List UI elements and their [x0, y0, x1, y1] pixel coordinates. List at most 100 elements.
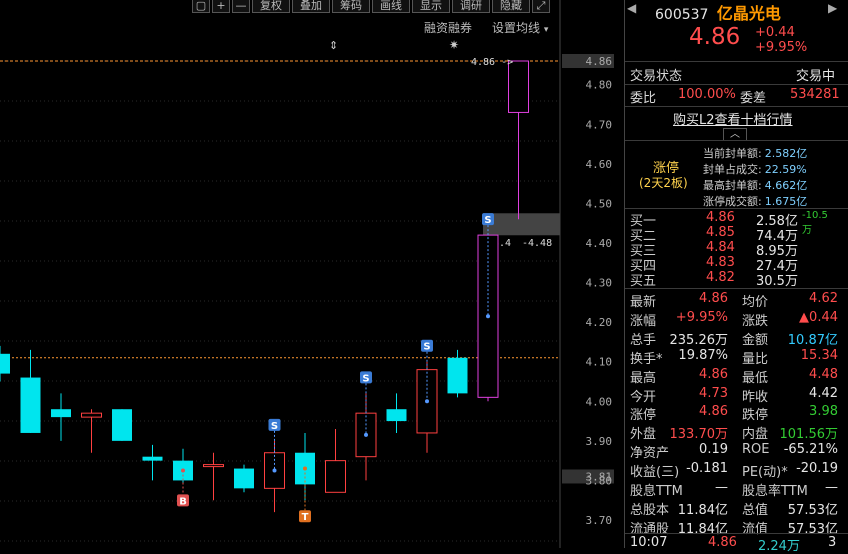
bid-row[interactable]: 买一 4.86 2.58亿 -10.5万 [630, 210, 835, 236]
candle-body [20, 377, 41, 433]
candle-body [508, 60, 529, 113]
research-button[interactable]: 调研 [452, 0, 490, 13]
candle-body [51, 409, 71, 418]
y-tick-label: 4.86 [586, 55, 613, 68]
divider [625, 106, 848, 107]
y-tick-label: 4.80 [586, 79, 613, 92]
quote-label: 最高 [630, 370, 657, 386]
chevron-right-icon[interactable]: ▶ [828, 1, 837, 15]
quote-value: 11.84亿 [677, 502, 728, 518]
quote-row: 外盘 133.70万 内盘 101.56万 [630, 423, 840, 443]
seal-value: 22.59% [764, 163, 807, 176]
price-change-pct: +9.95% [755, 40, 808, 55]
y-tick-label: 4.60 [586, 158, 613, 171]
quote-value: 4.86 [699, 404, 728, 420]
quote-label: 净资产 [630, 446, 670, 462]
marker-dot [272, 468, 277, 473]
quote-value: 4.42 [809, 385, 838, 401]
quote-label: 涨停 [630, 408, 657, 424]
quote-label: 最新 [630, 295, 657, 310]
quote-value: 4.48 [809, 366, 838, 382]
marker-label: B [179, 496, 187, 507]
zoom-out-button[interactable]: — [232, 0, 250, 13]
divider [625, 208, 848, 209]
marker-label: T [302, 512, 309, 523]
seal-label: 封单占成交: [703, 163, 762, 176]
quote-value: ▲0.44 [799, 309, 838, 325]
quote-label: 量比 [742, 351, 769, 367]
y-tick-label: 4.10 [586, 356, 613, 369]
overlay-button[interactable]: 叠加 [292, 0, 330, 13]
gap-value: -4.48 [522, 238, 552, 249]
stock-name: 亿晶光电 [716, 4, 781, 23]
quote-value: 4.86 [699, 366, 728, 382]
bid-price: 4.82 [706, 270, 735, 285]
quote-label: 内盘 [742, 427, 769, 443]
quote-value: 235.26万 [669, 332, 729, 348]
y-tick-label: 4.70 [586, 118, 613, 131]
ma-settings-link[interactable]: 设置均线 ▾ [492, 19, 548, 36]
window-icon[interactable]: ▢ [192, 0, 210, 13]
quote-row: 净资产 0.19 ROE -65.21% [630, 442, 840, 462]
bid-row[interactable]: 买五 4.82 30.5万 [630, 270, 835, 289]
seal-row: 最高封单额: 4.662亿 [703, 177, 848, 193]
gap-box [483, 213, 560, 236]
weibi-row: 委比 100.00% 委差 534281 [630, 87, 840, 106]
quote-label: 跌停 [742, 408, 769, 424]
quote-label: 金额 [742, 332, 769, 348]
quote-row: 换手* 19.87% 量比 15.34 [630, 348, 840, 368]
quote-row: 最新 4.86 均价 4.62 [630, 291, 840, 311]
bid-price: 4.83 [706, 255, 735, 270]
quote-label: 股息率TTM [742, 484, 808, 499]
tick-volume: 2.24万 [758, 539, 800, 554]
display-button[interactable]: 显示 [412, 0, 450, 13]
seal-label: 最高封单额: [703, 179, 762, 192]
bid-volume: 30.5万 [756, 274, 798, 289]
stock-header: 600537 亿晶光电 [655, 0, 848, 24]
limit-up-annotation: 4.86 -> [471, 57, 513, 68]
margin-trading-link[interactable]: 融资融券 [424, 19, 472, 36]
quote-label: 昨收 [742, 389, 769, 405]
chips-button[interactable]: 筹码 [332, 0, 370, 13]
quote-row: 最高 4.86 最低 4.48 [630, 367, 840, 387]
quote-value: 10.87亿 [787, 332, 838, 348]
weicha-label: 委差 [740, 91, 767, 106]
bid-row[interactable]: 买二 4.85 74.4万 [630, 225, 835, 244]
kline-chart[interactable]: 4.86 4.80 4.70 4.60 4.50 4.40 4.30 4.20 4.10 4.00… [0, 0, 622, 548]
expand-icon[interactable]: ⤢ [532, 0, 550, 13]
current-price: 4.86 [689, 24, 741, 50]
quote-value: 19.87% [678, 347, 728, 363]
candle-body [203, 464, 224, 468]
candle-body [81, 412, 102, 418]
divider [625, 61, 848, 62]
y-tick-label: 4.30 [586, 277, 613, 290]
quote-value: 4.86 [699, 291, 728, 306]
divider [625, 288, 848, 289]
seal-row: 封单占成交: 22.59% [703, 161, 848, 177]
candlestick-plot[interactable]: 4.86 4.80 4.70 4.60 4.50 4.40 4.30 4.20 4.10 4.00… [0, 0, 622, 548]
seal-label: 涨停成交额: [703, 195, 762, 208]
trade-status-value: 交易中 [796, 69, 836, 84]
quote-label: 总值 [742, 502, 769, 518]
quote-row: 涨幅 +9.95% 涨跌 ▲0.44 [630, 310, 840, 330]
hide-button[interactable]: 隐藏 [492, 0, 530, 13]
star-icon[interactable]: ✷ [449, 38, 459, 52]
fuquan-button[interactable]: 复权 [252, 0, 290, 13]
quote-panel: 600537 亿晶光电 ◀ ▶ 4.86 +0.44 +9.95% 交易状态 交… [624, 0, 848, 554]
seal-row: 涨停成交额: 1.675亿 [703, 193, 848, 209]
bid-row[interactable]: 买三 4.84 8.95万 [630, 240, 835, 259]
chevron-left-icon[interactable]: ◀ [627, 1, 636, 15]
price-change: +0.44 [755, 25, 795, 40]
quote-value: 4.73 [699, 385, 728, 401]
marker-label: S [271, 421, 278, 432]
bid-row[interactable]: 买四 4.83 27.4万 [630, 255, 835, 274]
weicha-value: 534281 [790, 87, 840, 102]
zoom-in-button[interactable]: + [212, 0, 230, 13]
vertical-resize-icon[interactable]: ⇕ [329, 39, 338, 52]
quote-label: 涨幅 [630, 313, 657, 329]
limit-days-label: (2天2板) [639, 176, 688, 190]
buy-l2-link[interactable]: 购买L2查看十档行情 [673, 109, 848, 128]
y-tick-label: 3.80 [586, 474, 613, 487]
draw-line-button[interactable]: 画线 [372, 0, 410, 13]
y-tick-label: 3.90 [586, 435, 613, 448]
